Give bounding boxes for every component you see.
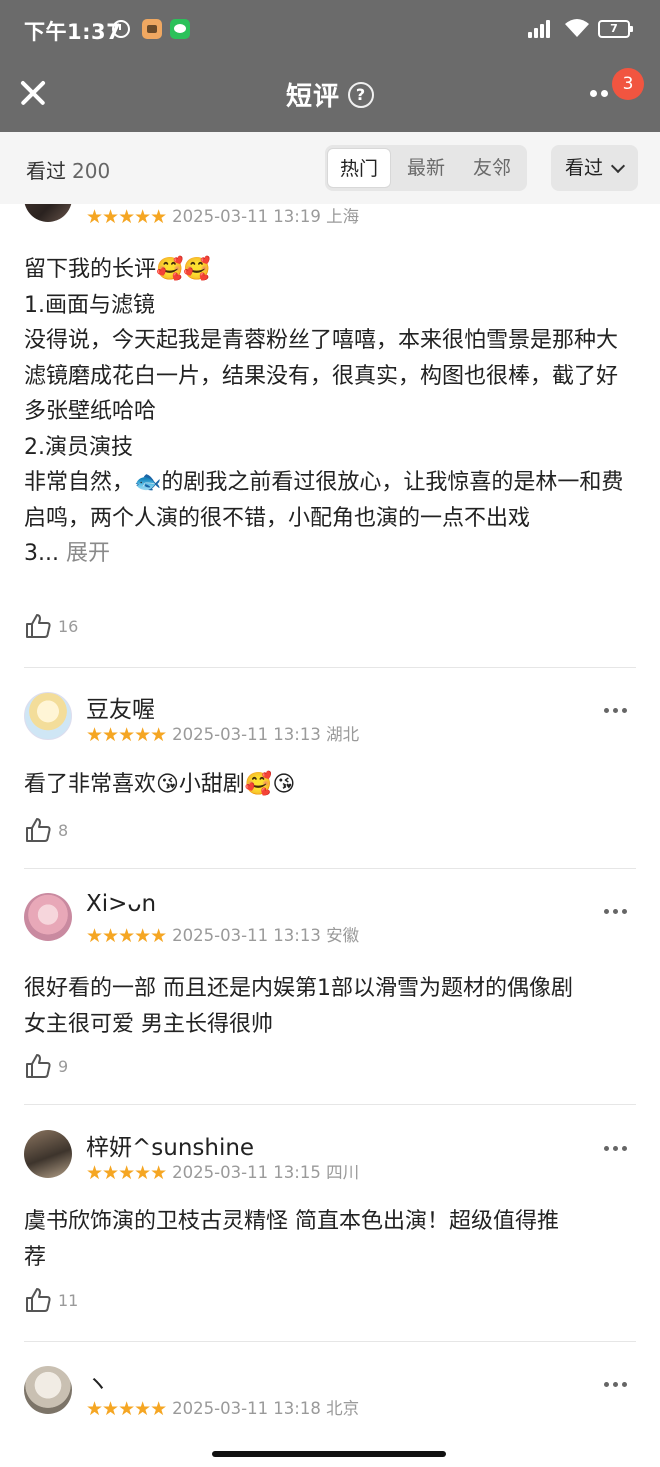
comment-text[interactable]: 留下我的长评🥰🥰 1.画面与滤镜 没得说，今天起我是青蓉粉丝了嘻嘻，本来很怕雪景… (24, 252, 636, 572)
comment-meta: ★★★★★ 2025-03-11 13:15 四川 (86, 1159, 359, 1184)
comment-location: 安徽 (326, 926, 360, 945)
comment-location: 北京 (326, 1399, 360, 1418)
rating-stars: ★★★★★ (86, 925, 167, 947)
comment-time: 2025-03-11 13:13 (172, 725, 321, 744)
filter-bar: 看过 200 热门 最新 友邻 看过 (0, 132, 660, 204)
rating-stars: ★★★★★ (86, 206, 167, 228)
rating-stars: ★★★★★ (86, 1398, 167, 1420)
username[interactable]: 梓妍^sunshine (86, 1128, 254, 1162)
comment-more-icon[interactable] (604, 708, 628, 714)
comment-text[interactable]: 很好看的一部 而且还是内娱第1部以滑雪为题材的偶像剧 女主很可爱 男主长得很帅 (24, 971, 636, 1042)
page-title-text: 短评 (285, 82, 340, 112)
divider (24, 1104, 636, 1105)
thumbs-up-icon (26, 818, 51, 842)
comment-text[interactable]: 虞书欣饰演的卫枝古灵精怪 简直本色出演！超级值得推 荐 (24, 1204, 636, 1275)
comment-location: 湖北 (326, 725, 360, 744)
comment-meta: ★★★★★ 2025-03-11 13:13 湖北 (86, 721, 359, 746)
comment-text[interactable]: 看了非常喜欢😘小甜剧🥰😘 (24, 767, 636, 803)
comment-location: 上海 (326, 207, 360, 226)
tab-friends[interactable]: 友邻 (460, 148, 524, 188)
like-button[interactable]: 11 (24, 1286, 78, 1316)
top-bar: 下午1:37 7 短评 ? 3 (0, 0, 660, 132)
avatar[interactable] (24, 692, 72, 740)
battery-icon: 7 (598, 20, 633, 38)
chevron-down-icon (610, 158, 626, 174)
like-count: 8 (58, 821, 69, 840)
rating-stars: ★★★★★ (86, 724, 167, 746)
comment-list[interactable]: ★★★★★ 2025-03-11 13:19 上海 留下我的长评🥰🥰 1.画面与滤… (0, 204, 660, 1444)
comment-meta: ★★★★★ 2025-03-11 13:19 上海 (86, 204, 359, 228)
username[interactable]: ヽ (86, 1364, 109, 1398)
help-icon[interactable]: ? (348, 81, 374, 108)
comment-more-icon[interactable] (604, 909, 628, 915)
like-button[interactable]: 16 (24, 612, 78, 642)
seen-count: 看过 200 (26, 155, 110, 184)
status-bar: 下午1:37 7 (0, 0, 660, 60)
tab-latest[interactable]: 最新 (394, 148, 458, 188)
divider (24, 667, 636, 668)
like-button[interactable]: 8 (24, 816, 68, 846)
thumbs-up-icon (26, 1054, 51, 1078)
wifi-icon (565, 19, 589, 37)
home-indicator[interactable] (212, 1451, 446, 1457)
username[interactable]: Xi>ᴗn (86, 891, 156, 917)
alarm-icon (112, 20, 130, 38)
comment-text-content: 留下我的长评🥰🥰 1.画面与滤镜 没得说，今天起我是青蓉粉丝了嘻嘻，本来很怕雪景… (24, 257, 624, 566)
like-count: 9 (58, 1057, 69, 1076)
app-notification-icon (142, 19, 162, 39)
status-time: 下午1:37 (24, 20, 122, 44)
comment-time: 2025-03-11 13:13 (172, 926, 321, 945)
page-title: 短评 ? (0, 76, 660, 113)
wechat-icon (170, 19, 190, 39)
comment-meta: ★★★★★ 2025-03-11 13:13 安徽 (86, 922, 359, 947)
comment-more-icon[interactable] (604, 1146, 628, 1152)
divider (24, 1341, 636, 1342)
avatar[interactable] (24, 1366, 72, 1414)
seen-label: 看过 (26, 159, 66, 183)
sort-segmented-control: 热门 最新 友邻 (325, 145, 527, 191)
comment-time: 2025-03-11 13:18 (172, 1399, 321, 1418)
like-button[interactable]: 9 (24, 1052, 68, 1082)
rating-stars: ★★★★★ (86, 1162, 167, 1184)
avatar[interactable] (24, 893, 72, 941)
expand-link[interactable]: 展开 (59, 541, 110, 566)
title-bar: 短评 ? 3 (0, 60, 660, 132)
seen-filter-label: 看过 (565, 157, 604, 179)
tab-hot[interactable]: 热门 (327, 148, 391, 188)
avatar[interactable] (24, 1130, 72, 1178)
like-count: 11 (58, 1291, 79, 1310)
signal-icon (528, 20, 552, 38)
username[interactable]: 豆友喔 (86, 690, 155, 724)
divider (24, 868, 636, 869)
comment-meta: ★★★★★ 2025-03-11 13:18 北京 (86, 1395, 359, 1420)
comment-location: 四川 (326, 1163, 360, 1182)
comment-more-icon[interactable] (604, 1382, 628, 1388)
avatar[interactable] (24, 204, 72, 222)
like-count: 16 (58, 617, 79, 636)
comment-time: 2025-03-11 13:15 (172, 1163, 321, 1182)
thumbs-up-icon (26, 614, 51, 638)
thumbs-up-icon (26, 1288, 51, 1312)
comment-time: 2025-03-11 13:19 (172, 207, 321, 226)
seen-number: 200 (72, 159, 111, 183)
seen-filter-dropdown[interactable]: 看过 (551, 145, 638, 191)
notification-badge: 3 (612, 68, 644, 100)
